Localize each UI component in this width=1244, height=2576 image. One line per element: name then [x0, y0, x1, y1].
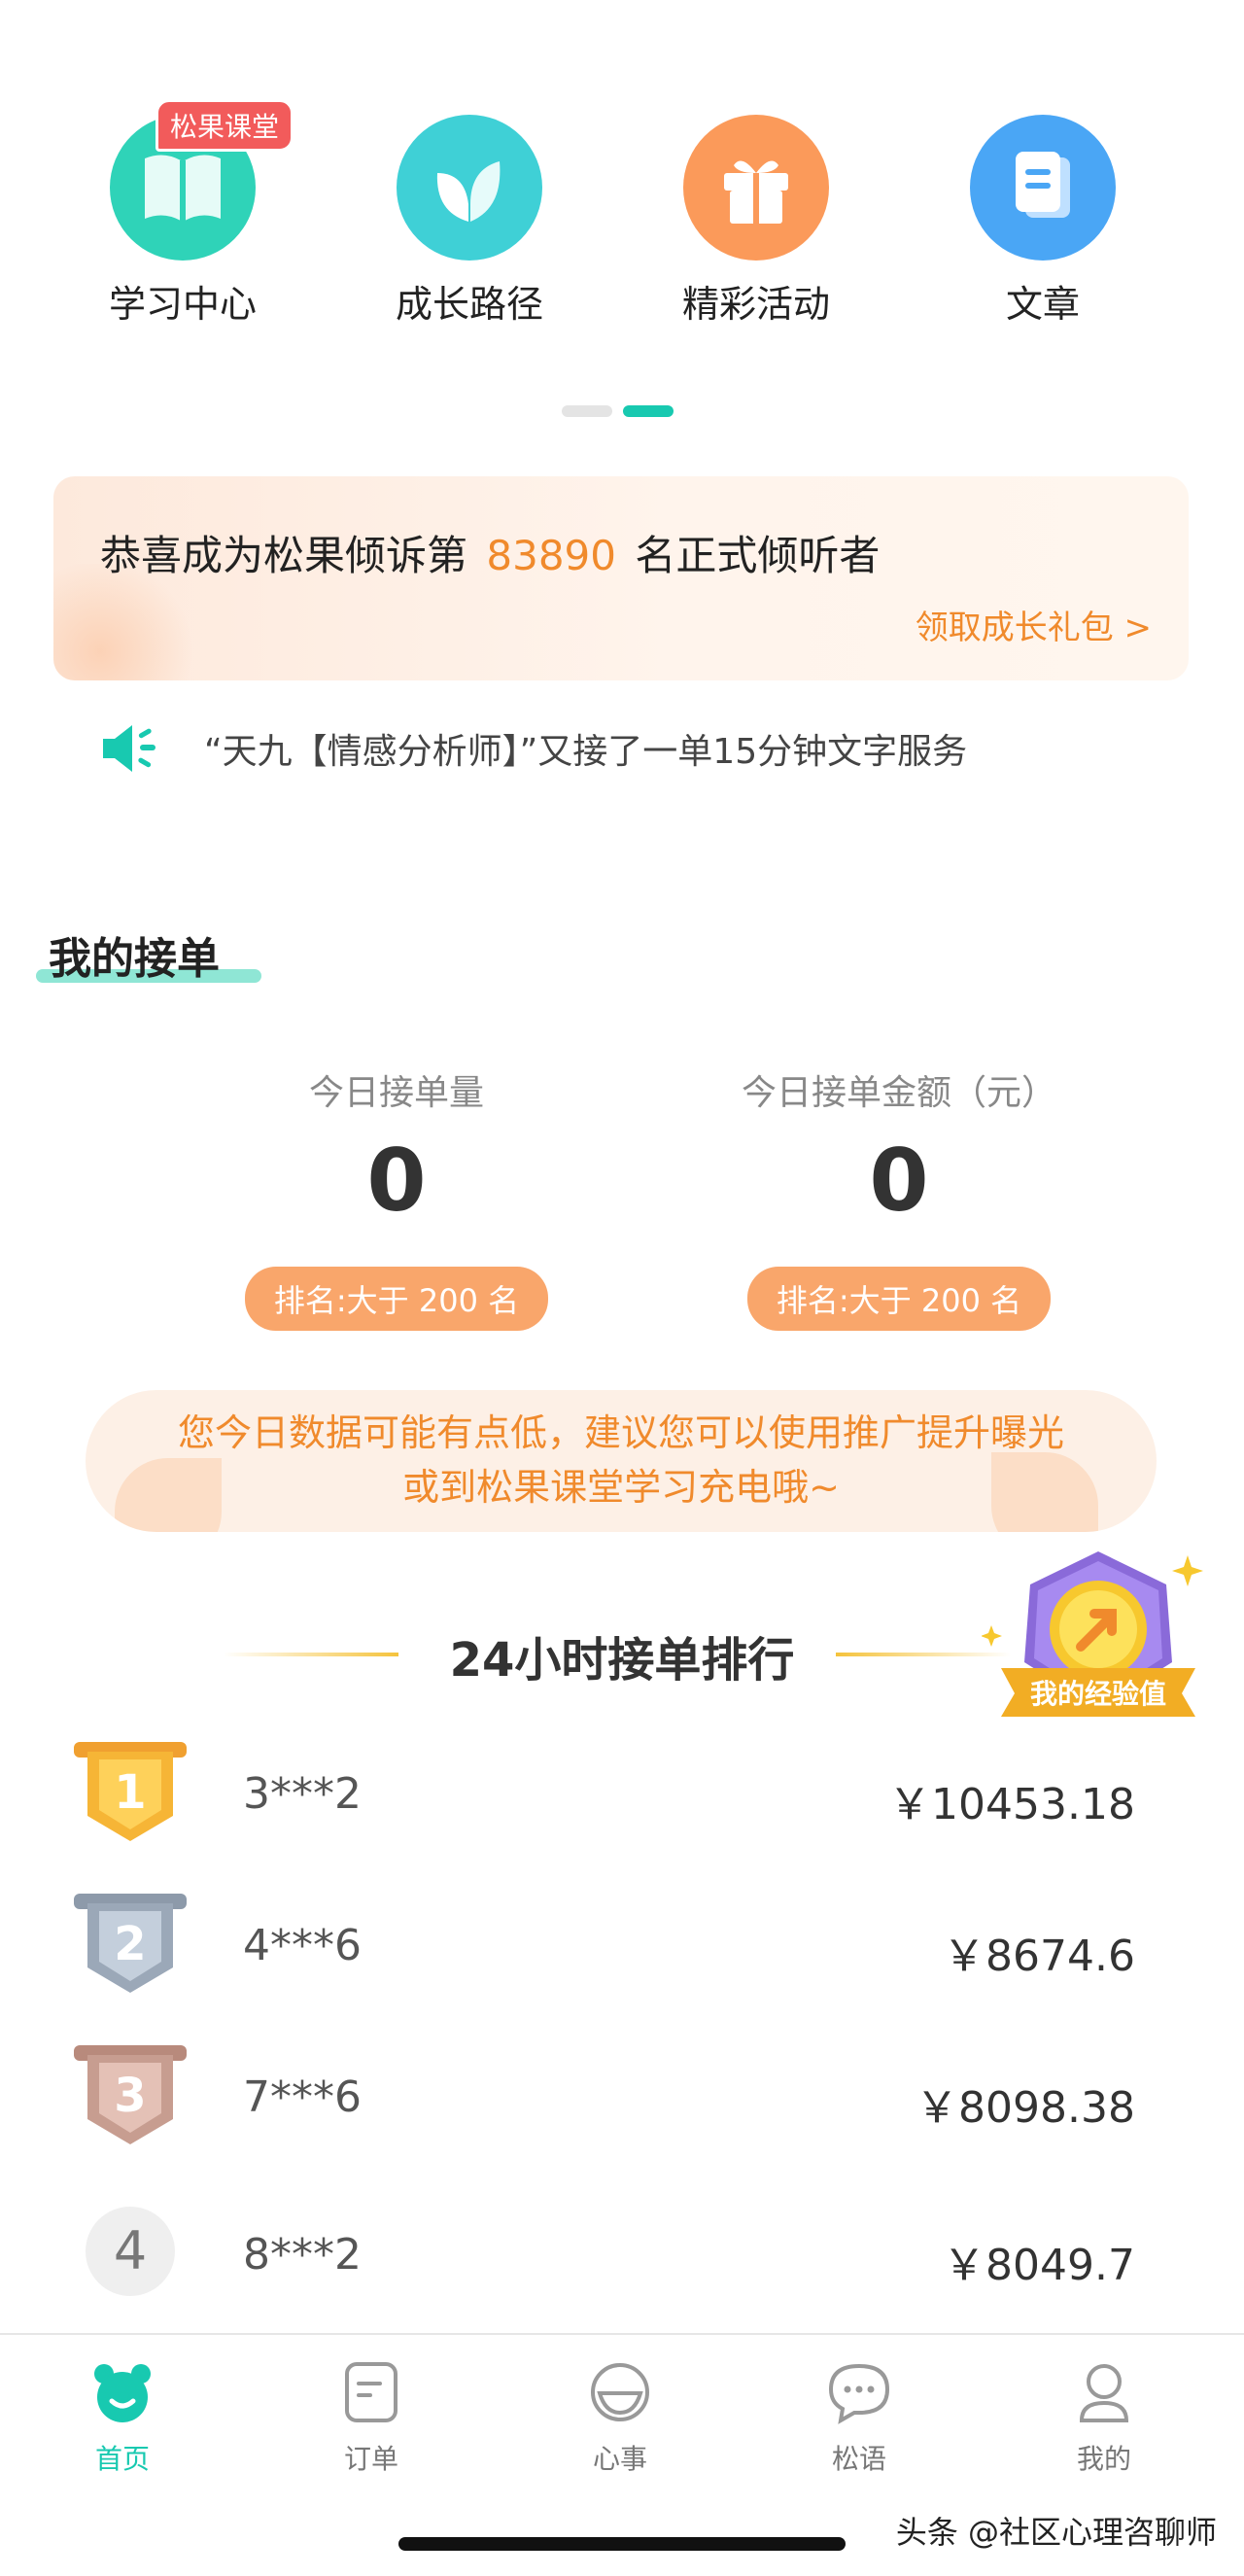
user-amount: ￥10453.18 — [888, 1780, 1135, 1829]
chat-icon — [828, 2363, 890, 2424]
quick-activities[interactable]: 精彩活动 — [669, 115, 844, 328]
rank-number-badge: 4 — [86, 2207, 175, 2296]
quick-label: 文章 — [1005, 283, 1080, 326]
quick-label: 成长路径 — [395, 283, 543, 326]
user-name: 8***2 — [243, 2230, 362, 2280]
page-dot — [562, 405, 612, 417]
stat-label: 今日接单量 — [308, 1073, 484, 1113]
claim-gift-link[interactable]: 领取成长礼包 > — [916, 601, 1152, 648]
tab-profile[interactable]: 我的 — [1026, 2358, 1182, 2477]
user-amount: ￥8674.6 — [943, 1932, 1135, 1981]
silver-medal-icon: 2 — [74, 1894, 187, 1993]
stat-label: 今日接单金额（元） — [741, 1073, 1056, 1113]
experience-label: 我的经验值 — [1030, 1678, 1166, 1710]
bronze-medal-icon: 3 — [74, 2045, 187, 2144]
ranking-row: 3 7***6 ￥8098.38 — [0, 2041, 1244, 2168]
page-dot-active — [623, 405, 674, 417]
gold-medal-icon: 1 — [74, 1742, 187, 1841]
today-order-count: 今日接单量 0 排名:大于 200 名 — [202, 1064, 591, 1331]
announcement-bar: “天九【情感分析师】”又接了一单15分钟文字服务 — [97, 714, 967, 783]
document-icon — [970, 115, 1116, 261]
low-data-tip[interactable]: 您今日数据可能有点低，建议您可以使用推广提升曝光 或到松果课堂学习充电哦~ — [86, 1390, 1157, 1532]
user-amount: ￥8098.38 — [916, 2083, 1135, 2133]
quick-articles[interactable]: 文章 — [955, 115, 1130, 328]
tab-home[interactable]: 首页 — [45, 2358, 200, 2477]
welcome-banner[interactable]: 恭喜成为松果倾诉第 83890 名正式倾听者 领取成长礼包 > — [53, 476, 1189, 680]
tab-label: 订单 — [343, 2443, 398, 2475]
banner-number: 83890 — [486, 532, 616, 579]
order-icon — [345, 2362, 397, 2422]
medal-number: 3 — [114, 2069, 146, 2123]
speaker-icon — [103, 725, 156, 772]
profile-icon — [1079, 2364, 1129, 2422]
tab-label: 心事 — [592, 2443, 647, 2475]
user-name: 4***6 — [243, 1921, 362, 1970]
banner-title: 恭喜成为松果倾诉第 83890 名正式倾听者 — [100, 523, 880, 582]
user-amount: ￥8049.7 — [943, 2241, 1135, 2290]
tip-line-2: 或到松果课堂学习充电哦~ — [402, 1466, 840, 1509]
page-indicator — [562, 402, 679, 421]
gift-icon — [683, 115, 829, 261]
watermark: 头条 @社区心理咨聊师 — [895, 2514, 1217, 2551]
tab-label: 松语 — [831, 2443, 886, 2475]
smile-icon — [591, 2363, 649, 2421]
tab-label: 首页 — [94, 2443, 150, 2475]
user-name: 3***2 — [243, 1769, 362, 1819]
announcement-text: “天九【情感分析师】”又接了一单15分钟文字服务 — [204, 732, 968, 772]
ranking-row: 2 4***6 ￥8674.6 — [0, 1890, 1244, 2016]
quick-label: 精彩活动 — [681, 283, 830, 326]
experience-badge[interactable]: 我的经验值 — [981, 1546, 1215, 1740]
stat-rank-badge: 排名:大于 200 名 — [244, 1267, 549, 1331]
leaf-icon — [397, 115, 542, 261]
ranking-row: 1 3***2 ￥10453.18 — [0, 1738, 1244, 1864]
today-order-amount: 今日接单金额（元） 0 排名:大于 200 名 — [705, 1064, 1093, 1331]
home-bear-icon — [94, 2364, 151, 2422]
course-badge: 松果课堂 — [156, 99, 294, 152]
tab-label: 我的 — [1076, 2443, 1131, 2475]
tab-orders[interactable]: 订单 — [294, 2358, 449, 2477]
experience-trophy-icon: 我的经验值 — [981, 1551, 1203, 1717]
tab-chat[interactable]: 松语 — [781, 2358, 937, 2477]
ranking-row: 4 8***2 ￥8049.7 — [0, 2199, 1244, 2325]
home-indicator[interactable] — [398, 2537, 846, 2551]
quick-growth-path[interactable]: 成长路径 — [382, 115, 557, 328]
user-name: 7***6 — [243, 2072, 362, 2122]
banner-suffix: 名正式倾听者 — [635, 532, 881, 579]
tip-line-1: 您今日数据可能有点低，建议您可以使用推广提升曝光 — [177, 1411, 1064, 1454]
stat-value: 0 — [366, 1131, 427, 1231]
quick-label: 学习中心 — [108, 283, 257, 326]
my-orders-title: 我的接单 — [49, 934, 220, 984]
stat-rank-badge: 排名:大于 200 名 — [746, 1267, 1052, 1331]
stat-value: 0 — [869, 1131, 929, 1231]
medal-number: 1 — [114, 1765, 146, 1820]
medal-number: 2 — [114, 1917, 146, 1971]
banner-prefix: 恭喜成为松果倾诉第 — [100, 532, 468, 579]
tab-thoughts[interactable]: 心事 — [542, 2358, 698, 2477]
